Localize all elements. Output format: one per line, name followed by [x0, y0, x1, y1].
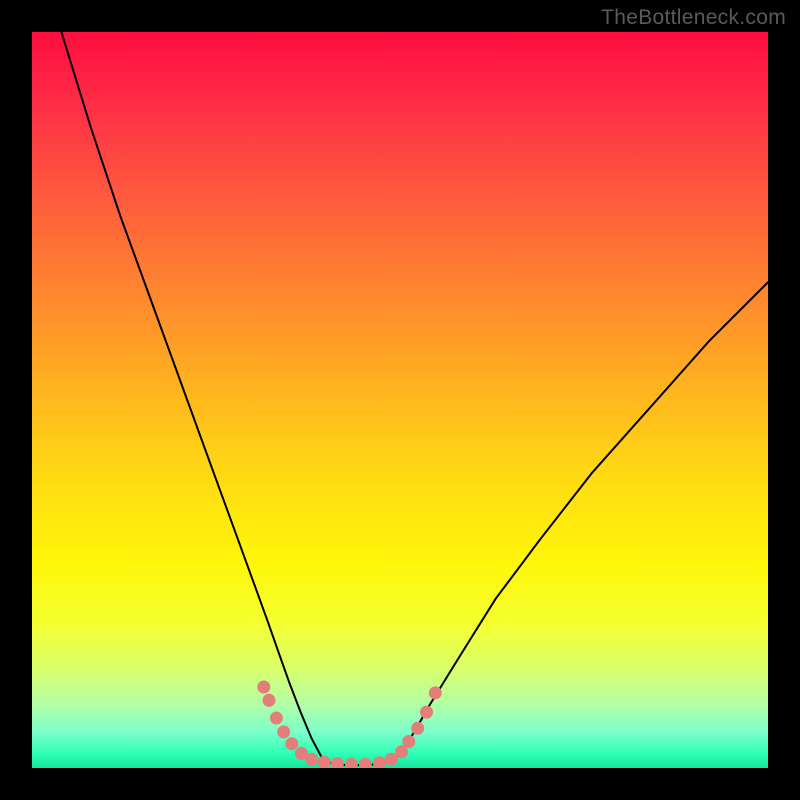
chart-frame: TheBottleneck.com	[0, 0, 800, 800]
data-marker	[373, 757, 385, 768]
attribution-text: TheBottleneck.com	[601, 6, 786, 30]
data-marker	[345, 758, 357, 768]
data-marker	[429, 687, 441, 699]
data-marker	[421, 706, 433, 718]
data-marker	[396, 746, 408, 758]
curve-layer	[32, 32, 768, 768]
data-marker	[286, 738, 298, 750]
data-marker	[403, 736, 415, 748]
data-marker	[359, 758, 371, 768]
data-marker	[331, 758, 343, 768]
data-marker	[412, 722, 424, 734]
plot-area	[32, 32, 768, 768]
data-marker	[385, 753, 397, 765]
data-marker	[270, 712, 282, 724]
bottleneck-curve	[61, 32, 768, 765]
data-marker	[263, 694, 275, 706]
data-marker	[278, 726, 290, 738]
data-markers	[258, 681, 442, 768]
data-marker	[318, 756, 330, 768]
data-marker	[306, 753, 318, 765]
data-marker	[258, 681, 270, 693]
